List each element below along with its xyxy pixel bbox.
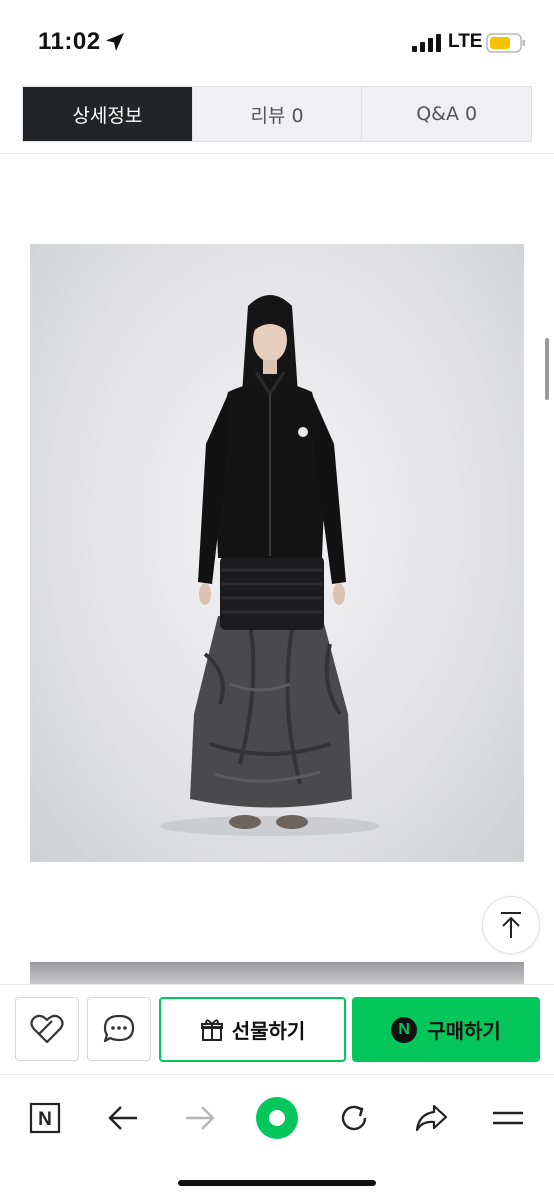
forward-arrow-icon [186, 1106, 215, 1130]
arrow-up-to-top-icon [501, 912, 521, 938]
chat-button[interactable] [87, 997, 151, 1061]
divider [0, 153, 554, 154]
battery-icon [486, 33, 525, 53]
naver-home-button[interactable]: N [22, 1095, 68, 1141]
scroll-indicator[interactable] [545, 338, 549, 400]
network-label: LTE [448, 31, 483, 52]
forward-button[interactable] [177, 1095, 223, 1141]
heart-icon [30, 1014, 64, 1044]
home-indicator [178, 1180, 376, 1186]
tab-details[interactable]: 상세정보 [23, 87, 192, 141]
gift-label: 선물하기 [231, 1019, 306, 1043]
buy-button[interactable]: N 구매하기 [352, 997, 540, 1062]
share-icon [415, 1104, 448, 1132]
location-arrow-icon [106, 33, 124, 51]
share-button[interactable] [408, 1095, 454, 1141]
refresh-button[interactable] [331, 1095, 377, 1141]
model-figure [160, 295, 380, 836]
wishlist-button[interactable] [15, 997, 79, 1061]
purchase-bar: 선물하기 N 구매하기 [0, 984, 554, 1074]
menu-icon [493, 1111, 523, 1125]
detail-tabs: 상세정보 리뷰 0 Q&A 0 [22, 86, 532, 142]
product-photo[interactable] [30, 244, 524, 862]
home-dot-icon [256, 1097, 298, 1139]
naver-n-icon: N [29, 1102, 61, 1134]
scroll-to-top-button[interactable] [482, 896, 540, 954]
back-button[interactable] [100, 1095, 146, 1141]
chat-bubble-icon [103, 1014, 135, 1043]
menu-button[interactable] [485, 1095, 531, 1141]
next-product-photo [30, 962, 524, 984]
status-time: 11:02 [38, 28, 101, 55]
buy-label: 구매하기 [427, 1019, 501, 1043]
gift-button[interactable]: 선물하기 [159, 997, 346, 1062]
back-arrow-icon [108, 1106, 137, 1130]
tab-reviews[interactable]: 리뷰 0 [191, 87, 362, 141]
naver-pay-icon: N [391, 1016, 418, 1043]
gift-icon [200, 1019, 223, 1041]
svg-text:N: N [38, 1109, 52, 1130]
refresh-icon [341, 1105, 367, 1131]
tab-qna[interactable]: Q&A 0 [361, 87, 532, 141]
naver-green-dot-button[interactable] [254, 1095, 300, 1141]
signal-bars-icon [412, 34, 441, 52]
status-bar: 11:02 LTE [0, 0, 554, 84]
